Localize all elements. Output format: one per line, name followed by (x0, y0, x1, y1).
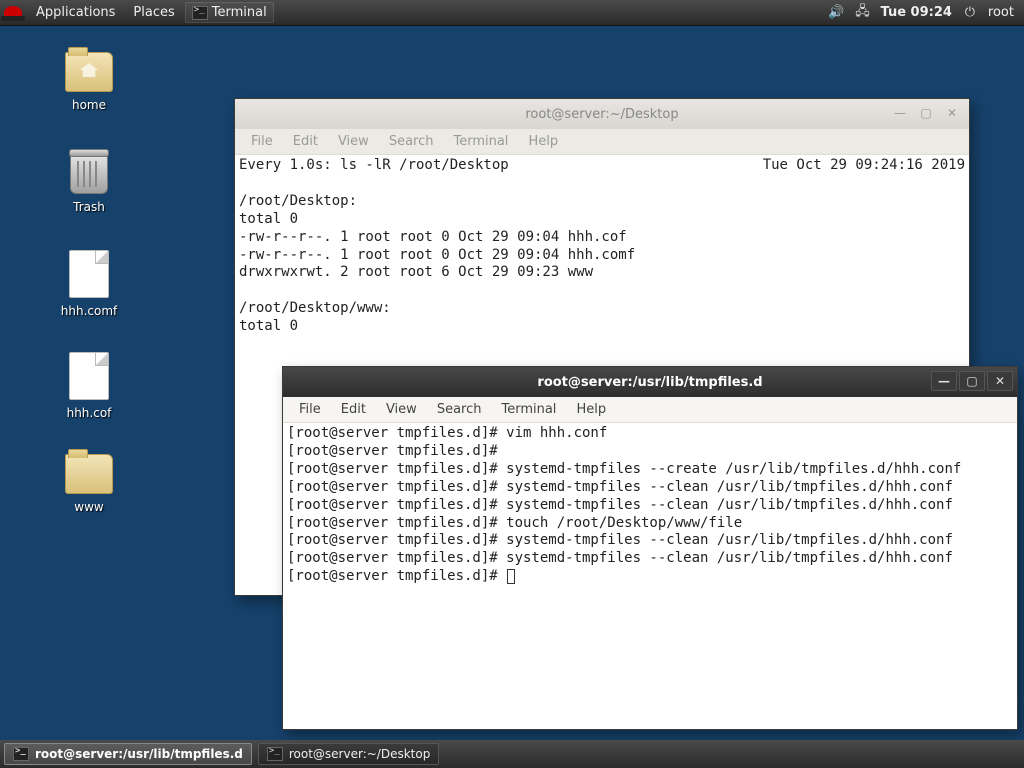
term-line: [root@server tmpfiles.d]# systemd-tmpfil… (287, 532, 953, 548)
trash-icon (70, 152, 108, 194)
terminal-icon (13, 747, 29, 761)
desktop-icon-label: home (44, 98, 134, 112)
taskbar-label: root@server:/usr/lib/tmpfiles.d (35, 747, 243, 761)
term-line: [root@server tmpfiles.d]# systemd-tmpfil… (287, 550, 953, 566)
menu-file[interactable]: File (243, 131, 281, 152)
places-menu[interactable]: Places (125, 2, 182, 23)
term-line: [root@server tmpfiles.d]# touch /root/De… (287, 515, 742, 531)
file-icon (69, 250, 109, 298)
desktop-icon-file-comf[interactable]: hhh.comf (44, 250, 134, 318)
desktop-icon-folder-www[interactable]: www (44, 454, 134, 514)
term-line: [root@server tmpfiles.d]# systemd-tmpfil… (287, 479, 953, 495)
menu-help[interactable]: Help (568, 399, 614, 420)
desktop[interactable]: home Trash hhh.comf hhh.cof www root@ser… (0, 26, 1024, 742)
desktop-icon-file-cof[interactable]: hhh.cof (44, 352, 134, 420)
term-line: [root@server tmpfiles.d]# (287, 443, 498, 459)
menu-edit[interactable]: Edit (285, 131, 326, 152)
terminal-window-tmpfiles[interactable]: root@server:/usr/lib/tmpfiles.d — ▢ ✕ Fi… (282, 366, 1018, 730)
file-icon (69, 352, 109, 400)
menubar: File Edit View Search Terminal Help (283, 397, 1017, 423)
window-title: root@server:/usr/lib/tmpfiles.d (537, 375, 762, 390)
window-title: root@server:~/Desktop (525, 107, 678, 122)
menu-edit[interactable]: Edit (333, 399, 374, 420)
maximize-button[interactable]: ▢ (913, 103, 939, 123)
term-line: [root@server tmpfiles.d]# (287, 568, 506, 584)
menu-help[interactable]: Help (520, 131, 566, 152)
power-icon[interactable]: ⏻ (962, 5, 978, 21)
menu-search[interactable]: Search (381, 131, 442, 152)
desktop-icon-label: Trash (44, 200, 134, 214)
network-icon[interactable]: 🖧 (855, 5, 871, 21)
term-line: drwxrwxrwt. 2 root root 6 Oct 29 09:23 w… (239, 264, 593, 280)
term-line: [root@server tmpfiles.d]# vim hhh.conf (287, 425, 607, 441)
house-icon (65, 52, 113, 92)
active-app-label: Terminal (212, 5, 267, 20)
user-menu[interactable]: root (988, 5, 1014, 20)
active-app-indicator[interactable]: Terminal (185, 2, 274, 23)
desktop-icon-label: hhh.comf (44, 304, 134, 318)
desktop-icon-label: hhh.cof (44, 406, 134, 420)
menu-terminal[interactable]: Terminal (445, 131, 516, 152)
menubar: File Edit View Search Terminal Help (235, 129, 969, 155)
taskbar-item-desktop[interactable]: root@server:~/Desktop (258, 743, 439, 765)
term-line: /root/Desktop: (239, 193, 357, 209)
watch-command: Every 1.0s: ls -lR /root/Desktop (239, 157, 509, 175)
desktop-icon-home[interactable]: home (44, 52, 134, 112)
cloud-icon (936, 689, 966, 707)
distro-logo-icon (4, 6, 22, 20)
menu-view[interactable]: View (330, 131, 377, 152)
bottom-panel: root@server:/usr/lib/tmpfiles.d root@ser… (0, 740, 1024, 768)
term-line: -rw-r--r--. 1 root root 0 Oct 29 09:04 h… (239, 247, 635, 263)
term-line: [root@server tmpfiles.d]# systemd-tmpfil… (287, 497, 953, 513)
watermark: 亿速云 (936, 686, 1018, 710)
menu-view[interactable]: View (378, 399, 425, 420)
clock[interactable]: Tue 09:24 (881, 5, 952, 20)
cursor-icon (507, 569, 515, 584)
term-line: -rw-r--r--. 1 root root 0 Oct 29 09:04 h… (239, 229, 627, 245)
terminal-icon (267, 747, 283, 761)
menu-file[interactable]: File (291, 399, 329, 420)
desktop-icon-label: www (44, 500, 134, 514)
desktop-icon-trash[interactable]: Trash (44, 152, 134, 214)
watermark-text: 亿速云 (970, 686, 1018, 710)
term-line: /root/Desktop/www: (239, 300, 391, 316)
taskbar-item-tmpfiles[interactable]: root@server:/usr/lib/tmpfiles.d (4, 743, 252, 765)
titlebar[interactable]: root@server:~/Desktop — ▢ ✕ (235, 99, 969, 129)
terminal-icon (192, 6, 208, 20)
term-line: [root@server tmpfiles.d]# systemd-tmpfil… (287, 461, 961, 477)
applications-menu[interactable]: Applications (28, 2, 123, 23)
close-button[interactable]: ✕ (987, 371, 1013, 391)
terminal-output[interactable]: [root@server tmpfiles.d]# vim hhh.conf [… (283, 423, 1017, 729)
folder-icon (65, 454, 113, 494)
minimize-button[interactable]: — (931, 371, 957, 391)
top-panel: Applications Places Terminal 🔊 🖧 Tue 09:… (0, 0, 1024, 26)
term-line: total 0 (239, 318, 298, 334)
watch-timestamp: Tue Oct 29 09:24:16 2019 (763, 157, 965, 175)
minimize-button[interactable]: — (887, 103, 913, 123)
volume-icon[interactable]: 🔊 (829, 5, 845, 21)
menu-terminal[interactable]: Terminal (493, 399, 564, 420)
close-button[interactable]: ✕ (939, 103, 965, 123)
taskbar-label: root@server:~/Desktop (289, 747, 430, 761)
titlebar[interactable]: root@server:/usr/lib/tmpfiles.d — ▢ ✕ (283, 367, 1017, 397)
menu-search[interactable]: Search (429, 399, 490, 420)
term-line: total 0 (239, 211, 298, 227)
maximize-button[interactable]: ▢ (959, 371, 985, 391)
